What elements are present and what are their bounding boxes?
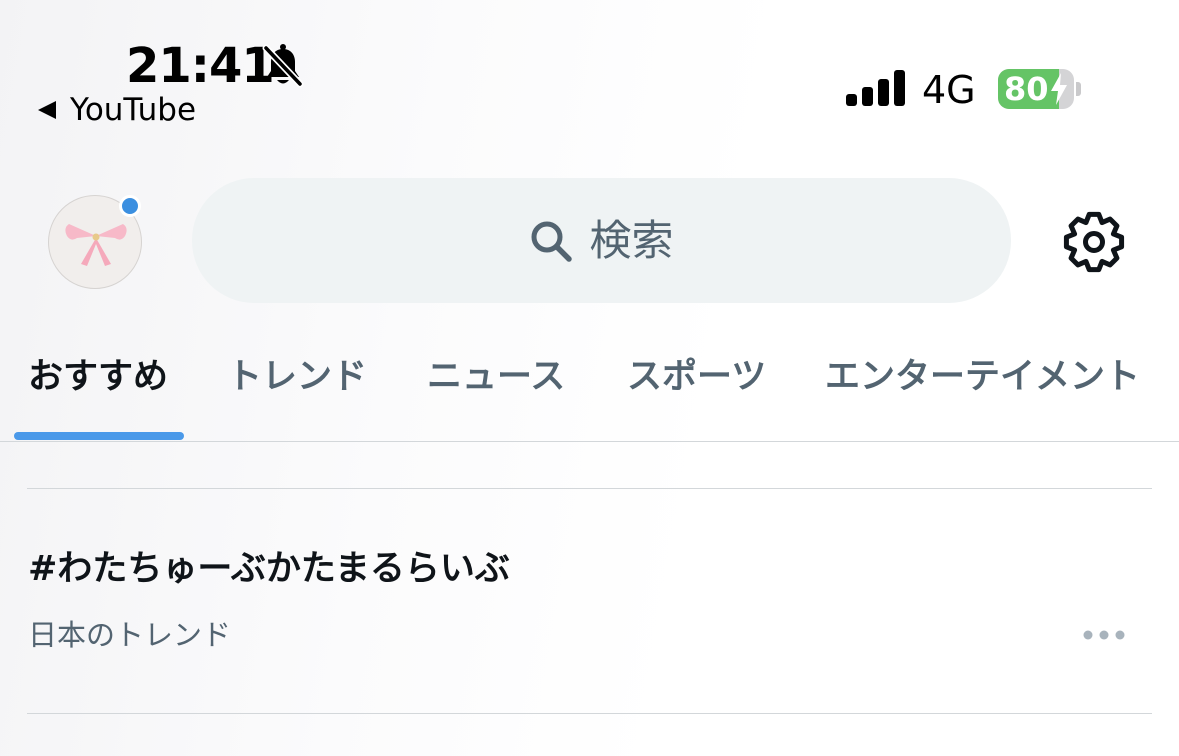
- tab-bar: おすすめ トレンド ニュース スポーツ エンターテイメント: [0, 346, 1179, 442]
- tab-sports[interactable]: スポーツ: [627, 354, 766, 400]
- status-time: 21:41: [126, 38, 275, 94]
- battery-level: 80: [1004, 70, 1049, 108]
- tab-entertainment[interactable]: エンターテイメント: [825, 354, 1140, 400]
- search-icon: [531, 221, 573, 262]
- screen: 21:41 YouTube 4G 80 検索 おすすめ トレンド ニュース スポ…: [0, 0, 1179, 756]
- gear-icon[interactable]: [1062, 210, 1126, 274]
- battery-cap: [1076, 82, 1081, 96]
- search-input[interactable]: 検索: [192, 178, 1011, 303]
- back-to-app-button[interactable]: YouTube: [38, 92, 196, 128]
- more-horizontal-icon[interactable]: [1078, 618, 1130, 652]
- notification-dot: [119, 195, 141, 217]
- back-triangle-icon: [38, 101, 56, 119]
- bell-off-icon: [262, 44, 304, 88]
- signal-icon: [846, 70, 905, 106]
- trend-title: #わたちゅーぶかたまるらいぶ: [28, 549, 510, 589]
- trend-item[interactable]: #わたちゅーぶかたまるらいぶ 日本のトレンド: [0, 490, 1179, 712]
- search-placeholder: 検索: [589, 215, 674, 265]
- network-type: 4G: [922, 68, 976, 112]
- bolt-icon: [1051, 73, 1067, 105]
- back-app-label: YouTube: [70, 92, 197, 128]
- tab-recommended[interactable]: おすすめ: [28, 354, 168, 400]
- tab-trending[interactable]: トレンド: [227, 354, 367, 400]
- tab-news[interactable]: ニュース: [427, 354, 565, 400]
- tabs-divider: [0, 441, 1179, 442]
- battery-indicator: 80: [998, 69, 1074, 109]
- active-tab-indicator: [14, 432, 184, 440]
- list-divider: [27, 488, 1152, 489]
- list-divider: [27, 713, 1152, 714]
- ribbon-icon: [65, 224, 127, 266]
- trend-context: 日本のトレンド: [28, 618, 232, 652]
